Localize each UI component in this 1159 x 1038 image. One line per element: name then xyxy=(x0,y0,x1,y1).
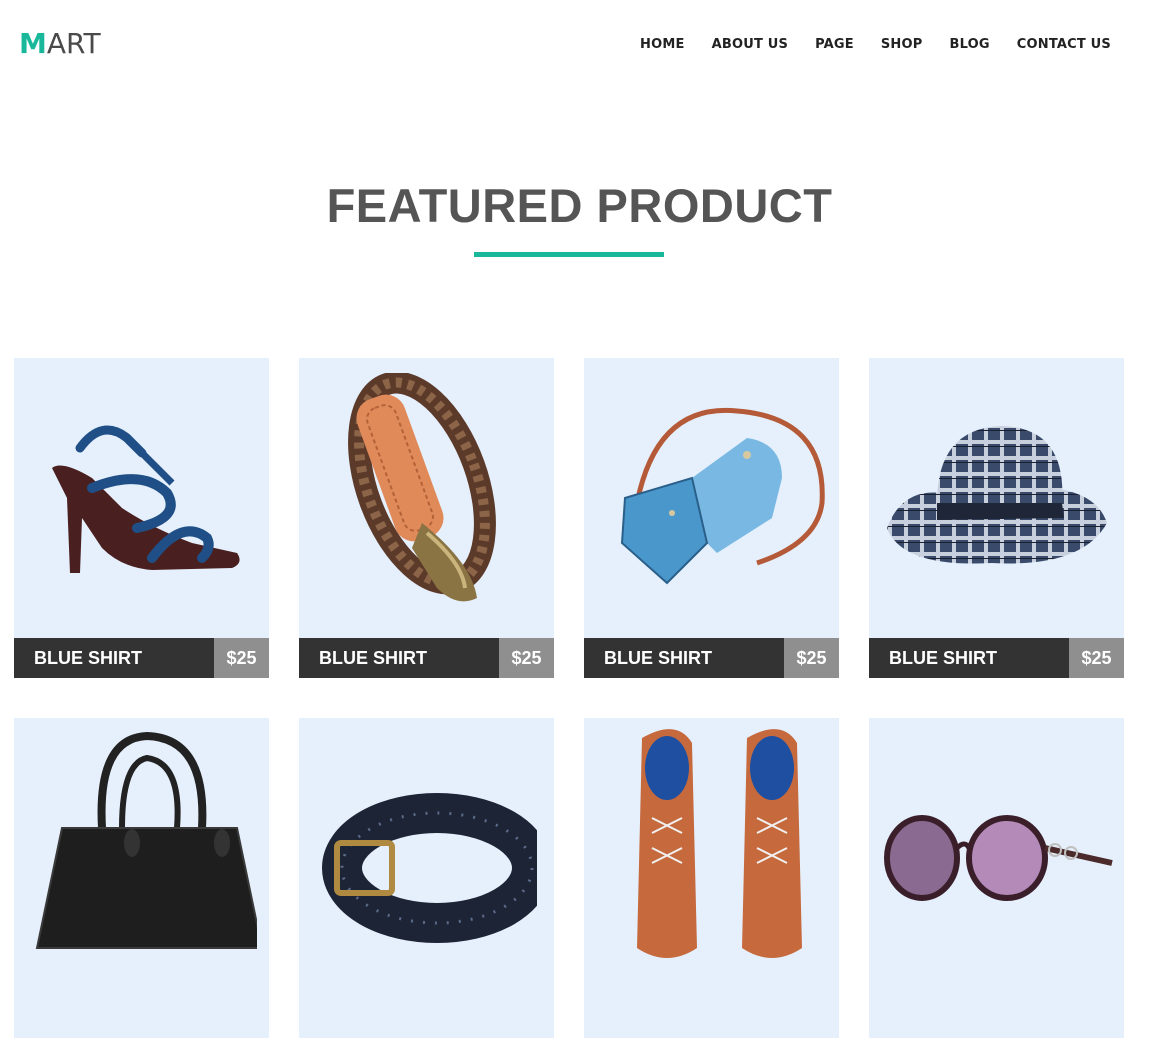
product-image[interactable] xyxy=(14,358,269,638)
product-name[interactable]: BLUE SHIRT xyxy=(34,638,142,678)
product-card[interactable] xyxy=(584,718,839,1038)
product-image[interactable] xyxy=(584,358,839,638)
product-name[interactable]: BLUE SHIRT xyxy=(889,638,997,678)
logo-initial: M xyxy=(19,27,47,60)
product-price: $25 xyxy=(499,638,554,678)
product-card[interactable]: BLUE SHIRT $25 xyxy=(14,358,269,678)
product-card[interactable]: BLUE SHIRT $25 xyxy=(299,358,554,678)
product-price: $25 xyxy=(784,638,839,678)
product-name[interactable]: BLUE SHIRT xyxy=(319,638,427,678)
product-label-bar: BLUE SHIRT $25 xyxy=(869,638,1124,678)
nav-about-us[interactable]: ABOUT US xyxy=(712,36,789,54)
main-nav: HOME ABOUT US PAGE SHOP BLOG CONTACT US xyxy=(613,36,1111,54)
product-card[interactable] xyxy=(869,718,1124,1038)
leather-belt-icon xyxy=(321,793,537,943)
nav-blog[interactable]: BLOG xyxy=(949,36,989,54)
product-image[interactable] xyxy=(299,718,554,998)
product-name[interactable]: BLUE SHIRT xyxy=(604,638,712,678)
shoulder-bag-icon xyxy=(620,407,825,585)
shoes-icon xyxy=(636,729,802,958)
braided-belt-icon xyxy=(347,373,496,602)
product-card[interactable]: BLUE SHIRT $25 xyxy=(584,358,839,678)
title-underline xyxy=(474,252,664,257)
product-image[interactable] xyxy=(14,718,269,998)
product-image[interactable] xyxy=(299,358,554,638)
product-price: $25 xyxy=(1069,638,1124,678)
sandal-icon xyxy=(51,425,240,573)
product-image[interactable] xyxy=(869,718,1124,998)
nav-home[interactable]: HOME xyxy=(640,36,685,54)
product-label-bar: BLUE SHIRT $25 xyxy=(584,638,839,678)
product-image[interactable] xyxy=(869,358,1124,638)
sunglasses-icon xyxy=(883,815,1113,901)
nav-shop[interactable]: SHOP xyxy=(881,36,923,54)
product-card[interactable] xyxy=(299,718,554,1038)
section-title: FEATURED PRODUCT xyxy=(326,179,833,232)
handbag-icon xyxy=(35,731,257,949)
plaid-hat-icon xyxy=(886,426,1107,564)
nav-page[interactable]: PAGE xyxy=(815,36,854,54)
product-image[interactable] xyxy=(584,718,839,998)
product-label-bar: BLUE SHIRT $25 xyxy=(299,638,554,678)
brand-logo[interactable]: MART xyxy=(19,28,101,60)
product-card[interactable]: BLUE SHIRT $25 xyxy=(869,358,1124,678)
site-header: MART HOME ABOUT US PAGE SHOP BLOG CONTAC… xyxy=(0,0,1159,90)
nav-contact-us[interactable]: CONTACT US xyxy=(1017,36,1111,54)
product-price: $25 xyxy=(214,638,269,678)
product-label-bar: BLUE SHIRT $25 xyxy=(14,638,269,678)
product-card[interactable] xyxy=(14,718,269,1038)
logo-rest: ART xyxy=(46,27,101,60)
